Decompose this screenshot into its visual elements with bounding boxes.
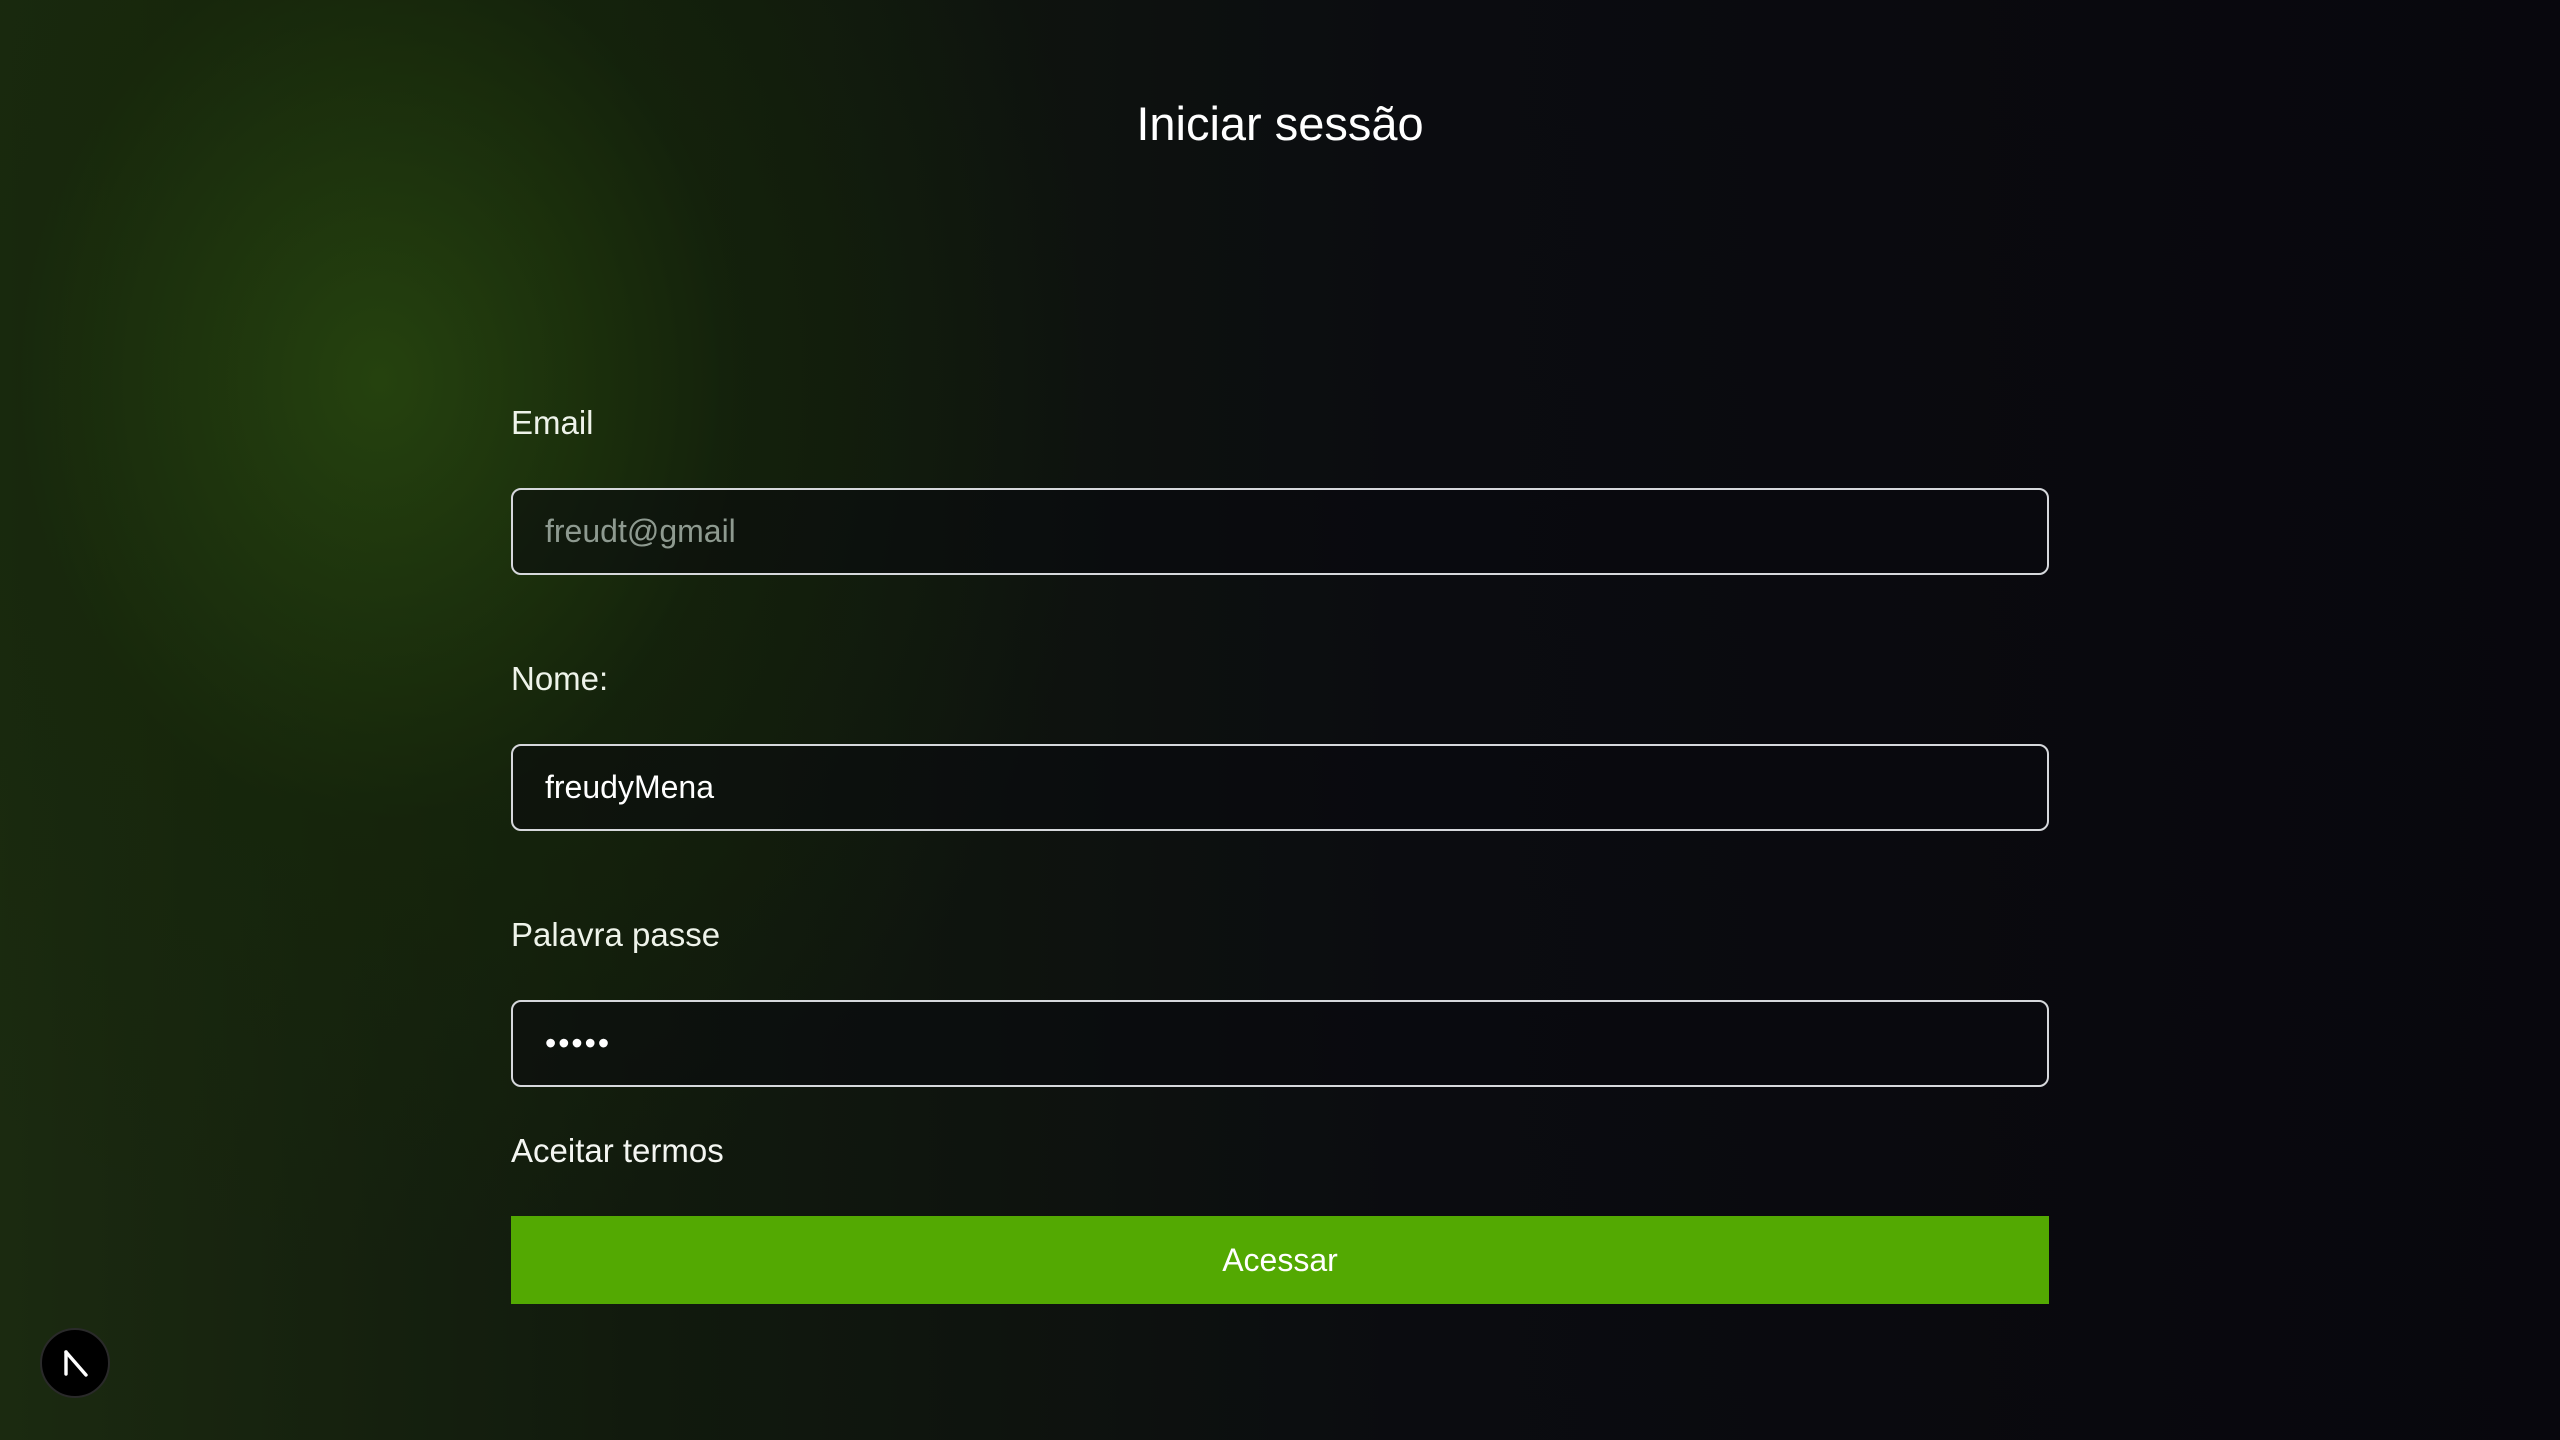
name-label: Nome: [511, 660, 609, 697]
nextjs-logo-icon [64, 1350, 88, 1377]
password-label: Palavra passe [511, 916, 721, 953]
name-field[interactable] [511, 744, 2049, 831]
accept-terms-label[interactable]: Aceitar termos [511, 1132, 724, 1170]
email-field[interactable] [511, 488, 2049, 575]
submit-button[interactable]: Acessar [511, 1216, 2049, 1304]
password-field[interactable] [511, 1000, 2049, 1087]
nextjs-dev-badge[interactable] [40, 1328, 110, 1398]
email-label: Email [511, 404, 594, 441]
page-title: Iniciar sessão [1136, 97, 1424, 150]
